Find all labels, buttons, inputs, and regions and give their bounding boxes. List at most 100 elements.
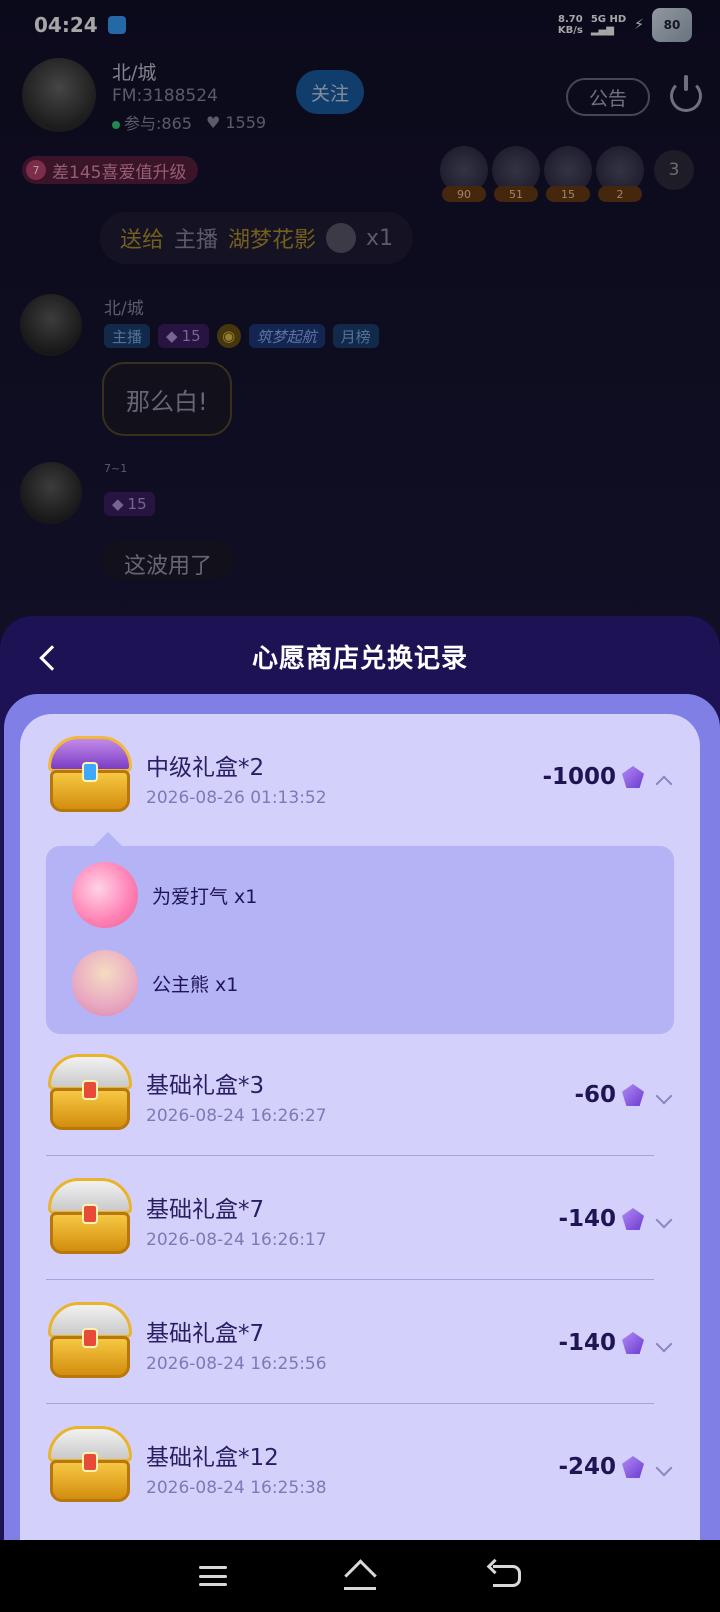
viewer-avatar[interactable]: 15 bbox=[544, 146, 592, 202]
viewer-tag: 2 bbox=[598, 186, 642, 202]
chevron-down-icon[interactable] bbox=[655, 1211, 673, 1229]
level-badge-value: 15 bbox=[127, 495, 147, 513]
record-amount-value: -140 bbox=[558, 1206, 616, 1232]
love-level-star-icon: 7 bbox=[26, 160, 46, 180]
power-icon[interactable] bbox=[670, 75, 702, 112]
detail-item: 为爱打气 x1 bbox=[72, 858, 632, 932]
chat-name: 7~1 bbox=[104, 462, 128, 475]
chat-avatar[interactable] bbox=[20, 462, 82, 524]
record-row[interactable]: 基础礼盒*7 2026-08-24 16:25:56 -140 bbox=[46, 1280, 674, 1404]
chevron-up-icon[interactable] bbox=[655, 775, 673, 793]
level-badge: ◆ 15 bbox=[104, 492, 155, 516]
record-detail-panel: 为爱打气 x1 公主熊 x1 bbox=[46, 846, 674, 1034]
chest-gem bbox=[82, 1452, 98, 1472]
treasure-chest-icon bbox=[46, 1302, 134, 1380]
record-amount-value: -140 bbox=[558, 1330, 616, 1356]
gift-role: 主播 bbox=[174, 228, 219, 253]
gift-target: 湖梦花影 bbox=[228, 228, 317, 253]
love-level-text: 差145喜爱值升级 bbox=[52, 162, 187, 183]
detail-item: 公主熊 x1 bbox=[72, 946, 632, 1020]
status-time: 04:24 bbox=[34, 13, 98, 37]
chest-gem bbox=[82, 1328, 98, 1348]
menu-line bbox=[198, 1583, 227, 1586]
viewer-list: 90 51 15 2 3 bbox=[440, 146, 694, 202]
record-amount: -60 bbox=[574, 1082, 644, 1108]
record-time: 2026-08-24 16:26:27 bbox=[146, 1106, 327, 1126]
diamond-icon bbox=[622, 1332, 644, 1354]
follow-button[interactable]: 关注 bbox=[296, 70, 364, 114]
net-speed-value: 8.70 bbox=[557, 14, 583, 25]
treasure-chest-icon bbox=[46, 1426, 134, 1504]
viewer-avatar[interactable]: 90 bbox=[440, 146, 488, 202]
viewer-count[interactable]: 3 bbox=[654, 150, 694, 190]
host-avatar[interactable] bbox=[22, 58, 96, 132]
sheet-body: 中级礼盒*2 2026-08-26 01:13:52 -1000 为爱打气 x1… bbox=[4, 694, 720, 1540]
diamond-icon bbox=[622, 1084, 644, 1106]
medal-icon: ◉ bbox=[216, 324, 241, 348]
detail-item-label: 公主熊 x1 bbox=[152, 973, 239, 996]
chat-message: 北/城 主播 ◆ 15 ◉ 筑梦起航 月榜 那么白! bbox=[20, 294, 680, 444]
chat-name: 北/城 bbox=[104, 299, 144, 319]
back-nav-icon[interactable] bbox=[493, 1565, 522, 1587]
viewer-tag: 90 bbox=[442, 186, 486, 202]
viewer-avatar[interactable]: 2 bbox=[596, 146, 644, 202]
love-level-badge[interactable]: 7 差145喜爱值升级 bbox=[22, 156, 199, 184]
menu-line bbox=[198, 1566, 227, 1569]
record-time: 2026-08-24 16:25:38 bbox=[146, 1478, 327, 1498]
gift-prefix: 送给 bbox=[120, 228, 165, 253]
record-row[interactable]: 基础礼盒*3 2026-08-24 16:26:27 -60 bbox=[46, 1032, 674, 1156]
home-icon[interactable] bbox=[343, 1562, 376, 1590]
record-amount-value: -60 bbox=[574, 1082, 616, 1108]
record-title: 中级礼盒*2 bbox=[146, 755, 265, 781]
chevron-down-icon[interactable] bbox=[655, 1087, 673, 1105]
live-room-background: 04:24 8.70 KB/s 5G HD ▂▄▆ ⚡ 80 北/城 FM:31… bbox=[0, 0, 720, 640]
battery-level: 80 bbox=[663, 18, 681, 32]
record-title: 基础礼盒*7 bbox=[146, 1197, 265, 1223]
online-dot-icon bbox=[112, 121, 120, 129]
likes: ♥ 1559 bbox=[206, 113, 266, 132]
chest-gem bbox=[82, 762, 98, 782]
chevron-down-icon[interactable] bbox=[655, 1459, 673, 1477]
chest-gem bbox=[82, 1080, 98, 1100]
level-badge-value: 15 bbox=[181, 327, 201, 345]
record-row[interactable]: 中级礼盒*2 2026-08-26 01:13:52 -1000 bbox=[46, 714, 674, 838]
diamond-icon bbox=[622, 1208, 644, 1230]
menu-line bbox=[198, 1574, 227, 1578]
viewer-tag: 51 bbox=[494, 186, 538, 202]
status-indicators: 8.70 KB/s 5G HD ▂▄▆ ⚡ 80 bbox=[558, 8, 692, 42]
viewer-tag: 15 bbox=[546, 186, 590, 202]
back-icon[interactable] bbox=[28, 638, 68, 678]
record-amount: -240 bbox=[558, 1454, 644, 1480]
host-stats: 参与:865 ♥ 1559 bbox=[112, 110, 266, 134]
battery-icon: 80 bbox=[652, 8, 692, 42]
gift-count: x1 bbox=[366, 225, 394, 251]
notice-button[interactable]: 公告 bbox=[566, 78, 650, 116]
chat-badges: 主播 ◆ 15 ◉ 筑梦起航 月榜 bbox=[104, 324, 379, 348]
room-header: 北/城 FM:3188524 参与:865 ♥ 1559 关注 公告 bbox=[22, 56, 702, 136]
diamond-icon bbox=[622, 1456, 644, 1478]
host-name: 北/城 bbox=[112, 62, 157, 84]
record-title: 基础礼盒*12 bbox=[146, 1445, 279, 1471]
level-badge-icon: ◆ bbox=[112, 495, 124, 513]
system-nav-bar bbox=[0, 1540, 720, 1612]
chat-bubble: 这波用了 bbox=[102, 540, 235, 580]
record-title: 基础礼盒*7 bbox=[146, 1321, 265, 1347]
record-row[interactable]: 基础礼盒*12 2026-08-24 16:25:38 -240 bbox=[46, 1404, 674, 1528]
exchange-records-sheet: 心愿商店兑换记录 中级礼盒*2 2026-08-26 01:13:52 -100… bbox=[0, 616, 720, 1540]
treasure-chest-icon bbox=[46, 1054, 134, 1132]
record-list[interactable]: 中级礼盒*2 2026-08-26 01:13:52 -1000 为爱打气 x1… bbox=[20, 714, 700, 1540]
menu-icon[interactable] bbox=[198, 1566, 227, 1586]
sheet-header: 心愿商店兑换记录 bbox=[0, 616, 720, 696]
viewer-avatar[interactable]: 51 bbox=[492, 146, 540, 202]
chat-badges: ◆ 15 bbox=[104, 492, 155, 516]
level-badge-icon: ◆ bbox=[166, 327, 178, 345]
chat-avatar[interactable] bbox=[20, 294, 82, 356]
back-arrow-icon bbox=[39, 645, 65, 671]
network-type: 5G HD bbox=[590, 14, 627, 25]
chevron-down-icon[interactable] bbox=[655, 1335, 673, 1353]
signal-bars: ▂▄▆ bbox=[590, 25, 614, 36]
heart-balloon-gift-icon bbox=[72, 862, 138, 928]
participants-value: 参与:865 bbox=[124, 114, 192, 133]
gift-message: 送给 主播 湖梦花影 x1 bbox=[100, 212, 414, 264]
record-row[interactable]: 基础礼盒*7 2026-08-24 16:26:17 -140 bbox=[46, 1156, 674, 1280]
